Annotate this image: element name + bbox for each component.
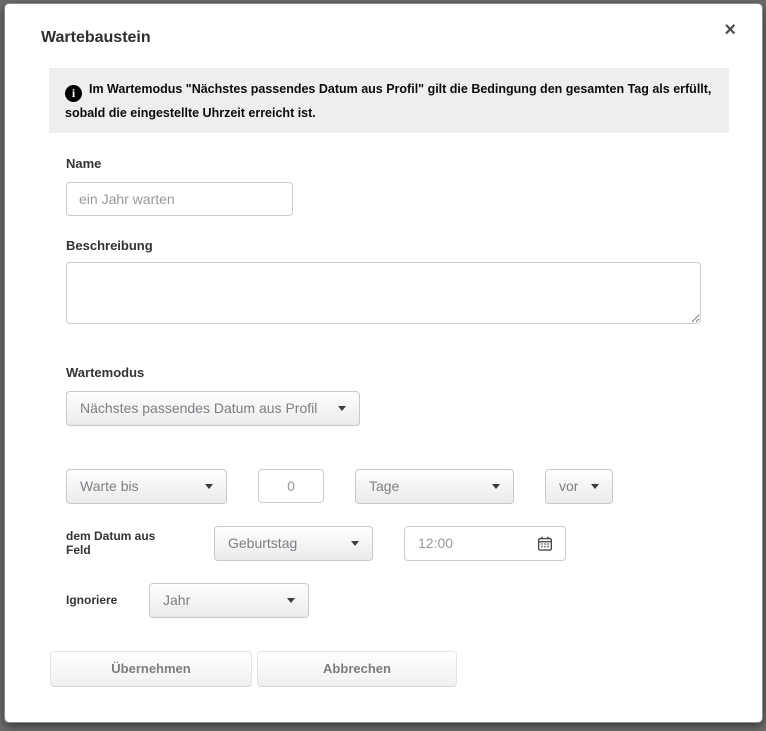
chevron-down-icon xyxy=(591,484,599,489)
unit-dropdown[interactable]: Tage xyxy=(355,469,514,504)
date-field-row: dem Datum aus Feld Geburtstag xyxy=(66,526,762,561)
offset-input[interactable] xyxy=(258,469,324,503)
date-field-selected: Geburtstag xyxy=(228,535,297,551)
dialog-title: Wartebaustein xyxy=(41,29,762,47)
name-label: Name xyxy=(66,156,762,171)
description-textarea[interactable] xyxy=(66,262,701,324)
time-input[interactable] xyxy=(405,527,537,560)
ignore-dropdown[interactable]: Jahr xyxy=(149,583,309,618)
info-banner-text: Im Wartemodus "Nächstes passendes Datum … xyxy=(65,82,711,120)
name-input[interactable] xyxy=(66,182,293,216)
direction-selected: vor xyxy=(559,478,578,494)
chevron-down-icon xyxy=(338,406,346,411)
close-icon[interactable]: × xyxy=(720,18,740,42)
wait-condition-row: Warte bis Tage vor xyxy=(66,469,762,504)
calendar-icon[interactable] xyxy=(537,536,553,551)
wait-mode-selected: Nächstes passendes Datum aus Profil xyxy=(80,400,317,416)
date-field-label: dem Datum aus Feld xyxy=(66,529,183,557)
ignore-row: Ignoriere Jahr xyxy=(66,583,762,618)
cancel-button[interactable]: Abbrechen xyxy=(257,651,457,687)
chevron-down-icon xyxy=(287,598,295,603)
ignore-label: Ignoriere xyxy=(66,593,118,607)
wait-mode-label: Wartemodus xyxy=(66,365,762,380)
time-field xyxy=(404,526,566,561)
info-banner: iIm Wartemodus "Nächstes passendes Datum… xyxy=(49,68,729,133)
wait-module-form: Name Beschreibung Wartemodus Nächstes pa… xyxy=(66,156,762,618)
wait-module-dialog: × Wartebaustein iIm Wartemodus "Nächstes… xyxy=(4,3,763,723)
info-icon: i xyxy=(65,85,82,102)
unit-selected: Tage xyxy=(369,478,399,494)
direction-dropdown[interactable]: vor xyxy=(545,469,613,504)
wait-until-selected: Warte bis xyxy=(80,478,139,494)
ignore-selected: Jahr xyxy=(163,592,190,608)
date-field-dropdown[interactable]: Geburtstag xyxy=(214,526,373,561)
wait-until-dropdown[interactable]: Warte bis xyxy=(66,469,227,504)
apply-button[interactable]: Übernehmen xyxy=(50,651,252,687)
wait-mode-dropdown[interactable]: Nächstes passendes Datum aus Profil xyxy=(66,391,360,426)
chevron-down-icon xyxy=(205,484,213,489)
description-label: Beschreibung xyxy=(66,238,762,253)
chevron-down-icon xyxy=(351,541,359,546)
dialog-footer: Übernehmen Abbrechen xyxy=(50,651,762,687)
chevron-down-icon xyxy=(492,484,500,489)
